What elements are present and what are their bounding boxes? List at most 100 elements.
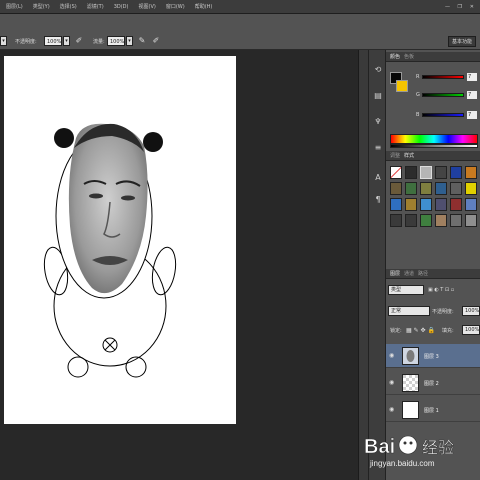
lock-icons[interactable]: ▦ ✎ ✥ 🔒 — [406, 327, 435, 334]
restore-icon[interactable]: ❐ — [458, 4, 462, 10]
grayscale-ramp[interactable] — [390, 144, 478, 148]
pressure-opacity-icon[interactable]: ✐ — [74, 36, 84, 46]
style-swatch[interactable] — [420, 182, 432, 195]
style-swatch[interactable] — [465, 182, 477, 195]
styles-grid — [390, 166, 478, 227]
left-eye — [89, 193, 103, 199]
opacity-label: 不透明度: — [15, 39, 37, 45]
color-panel-tabs: 颜色 色板 — [386, 52, 480, 62]
visibility-eye-icon[interactable]: ◉ — [389, 352, 397, 360]
style-swatch[interactable] — [405, 214, 417, 227]
brush-preset-dropdown[interactable]: ▾ — [0, 36, 7, 46]
menu-layer[interactable]: 图层(L) — [6, 3, 23, 10]
tab-layers[interactable]: 图层 — [390, 270, 400, 277]
style-swatch[interactable] — [465, 166, 477, 179]
right-ear — [143, 132, 163, 152]
style-swatch[interactable] — [420, 214, 432, 227]
flow-input[interactable]: 100% — [107, 36, 125, 46]
blend-row: 正常 不透明度: 100% — [388, 306, 480, 317]
blue-value[interactable]: 7 — [467, 111, 477, 119]
layer-kind-filter[interactable]: 类型 — [388, 285, 424, 295]
layer-row[interactable]: ◉ 图层 3 — [386, 344, 480, 368]
menu-view[interactable]: 视图(V) — [139, 3, 156, 10]
style-swatch[interactable] — [405, 182, 417, 195]
layer-filter-row: 类型 ▣ ◐ T ⊡ ▫ — [388, 285, 478, 296]
properties-icon[interactable]: ▤ — [372, 90, 384, 102]
style-swatch[interactable] — [435, 182, 447, 195]
layer-row[interactable]: ◉ 图层 2 — [386, 371, 480, 395]
layer-thumbnail — [402, 347, 419, 365]
layer-name[interactable]: 图层 2 — [424, 380, 439, 387]
minimize-icon[interactable]: — — [445, 4, 450, 10]
visibility-eye-icon[interactable]: ◉ — [389, 406, 397, 414]
style-swatch[interactable] — [450, 214, 462, 227]
style-swatch[interactable] — [465, 198, 477, 211]
style-swatch[interactable] — [390, 182, 402, 195]
tab-swatches[interactable]: 色板 — [404, 53, 414, 60]
layer-thumbnail — [402, 401, 419, 419]
green-value[interactable]: 7 — [467, 91, 477, 99]
tab-color[interactable]: 颜色 — [390, 53, 400, 60]
character-icon[interactable]: A — [372, 172, 384, 184]
lock-row: 锁定: ▦ ✎ ✥ 🔒 填充: 100% — [388, 325, 480, 336]
blue-channel[interactable]: B 7 — [416, 110, 478, 120]
red-value[interactable]: 7 — [467, 73, 477, 81]
history-icon[interactable]: ⟲ — [372, 64, 384, 76]
svg-text:经验: 经验 — [422, 438, 454, 457]
style-swatch[interactable] — [450, 166, 462, 179]
opacity-dropdown[interactable]: ▾ — [63, 36, 70, 46]
style-swatch[interactable] — [405, 198, 417, 211]
menu-type[interactable]: 类型(Y) — [33, 3, 50, 10]
style-swatch[interactable] — [390, 198, 402, 211]
style-swatch[interactable] — [390, 166, 402, 179]
close-icon[interactable]: ✕ — [470, 4, 474, 10]
tab-styles[interactable]: 样式 — [404, 152, 414, 159]
layer-name[interactable]: 图层 1 — [424, 407, 439, 414]
pressure-size-icon[interactable]: ✐ — [151, 36, 161, 46]
menu-window[interactable]: 窗口(W) — [166, 3, 185, 10]
style-swatch[interactable] — [450, 198, 462, 211]
style-swatch[interactable] — [390, 214, 402, 227]
workspace-button[interactable]: 基本功能 — [448, 36, 476, 47]
visibility-eye-icon[interactable]: ◉ — [389, 379, 397, 387]
menu-filter[interactable]: 滤镜(T) — [87, 3, 104, 10]
filter-icons[interactable]: ▣ ◐ T ⊡ ▫ — [428, 287, 454, 293]
style-swatch[interactable] — [435, 214, 447, 227]
document-canvas[interactable] — [4, 56, 236, 424]
layer-opacity-label: 不透明度: — [432, 309, 454, 315]
tab-paths[interactable]: 路径 — [418, 270, 428, 277]
tab-channels[interactable]: 通道 — [404, 270, 414, 277]
style-swatch[interactable] — [420, 198, 432, 211]
layer-opacity-input[interactable]: 100% — [462, 306, 480, 316]
flow-dropdown[interactable]: ▾ — [126, 36, 133, 46]
style-swatch[interactable] — [420, 166, 432, 179]
brush-icon[interactable]: ♆ — [372, 116, 384, 128]
layer-name[interactable]: 图层 3 — [424, 353, 439, 360]
dock-collapse-bar[interactable] — [358, 50, 368, 480]
blend-mode-select[interactable]: 正常 — [388, 306, 430, 316]
background-color-swatch[interactable] — [396, 80, 408, 92]
style-swatch[interactable] — [450, 182, 462, 195]
paragraph-icon[interactable]: ¶ — [372, 194, 384, 206]
style-swatch[interactable] — [435, 166, 447, 179]
tab-adjustments[interactable]: 调整 — [390, 152, 400, 159]
menu-select[interactable]: 选择(S) — [60, 3, 77, 10]
brush-preset-icon[interactable]: ≡ — [372, 142, 384, 154]
style-swatch[interactable] — [435, 198, 447, 211]
red-channel[interactable]: R 7 — [416, 72, 478, 82]
left-ear — [54, 128, 74, 148]
menu-3d[interactable]: 3D(D) — [114, 4, 129, 10]
fill-label: 填充: — [442, 328, 454, 334]
style-swatch[interactable] — [465, 214, 477, 227]
green-channel[interactable]: G 7 — [416, 90, 478, 100]
options-bar: ▾ 不透明度: 100% ▾ ✐ 流量: 100% ▾ ✎ ✐ 基本功能 — [0, 14, 480, 50]
style-swatch[interactable] — [405, 166, 417, 179]
layer-row[interactable]: ◉ 图层 1 — [386, 398, 480, 422]
color-spectrum[interactable] — [390, 134, 478, 144]
right-panels: 颜色 色板 R 7 G 7 B 7 调整 样式 图层 通道 路径 类型 ▣ ◐ … — [386, 50, 480, 480]
menu-help[interactable]: 帮助(H) — [195, 3, 213, 10]
layers-panel-tabs: 图层 通道 路径 — [386, 269, 480, 279]
airbrush-icon[interactable]: ✎ — [137, 36, 147, 46]
fill-input[interactable]: 100% — [462, 325, 480, 335]
opacity-input[interactable]: 100% — [44, 36, 62, 46]
